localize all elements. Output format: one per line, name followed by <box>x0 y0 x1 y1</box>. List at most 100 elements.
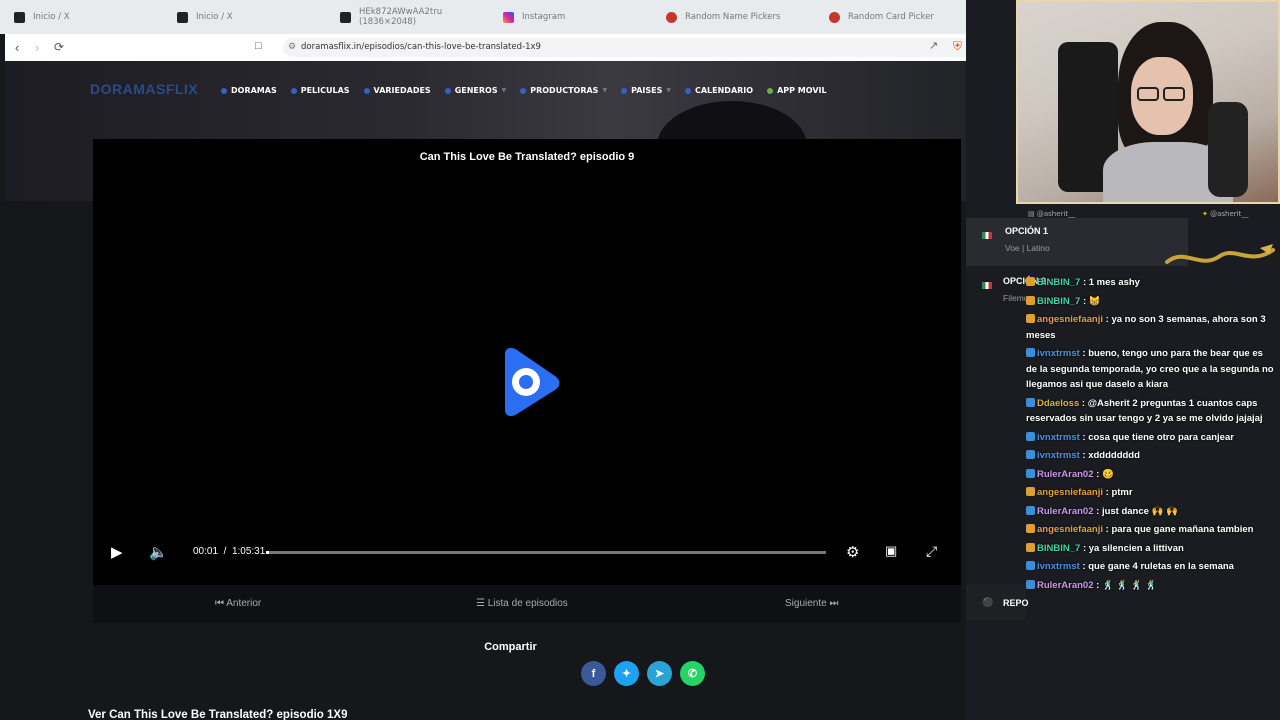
page-heading: Ver Can This Love Be Translated? episodi… <box>88 709 348 720</box>
chat-username[interactable]: RulerAran02 <box>1037 469 1094 480</box>
voe-play-logo-icon[interactable] <box>499 348 561 416</box>
chat-username[interactable]: ivnxtrmst <box>1037 450 1080 461</box>
site-info-icon[interactable]: ⚙ <box>288 38 296 57</box>
chevron-down-icon: ▼ <box>602 87 608 94</box>
chat-message: ivnxtrmst : cosa que tiene otro para can… <box>1026 430 1274 446</box>
chat-username[interactable]: BINBIN_7 <box>1037 543 1080 554</box>
tag-text: @asherit__ <box>1036 210 1076 218</box>
video-player[interactable]: Can This Love Be Translated? episodio 9 … <box>93 139 961 623</box>
option-1[interactable]: OPCIÓN 1 Voe | Latino <box>966 218 1188 266</box>
volume-icon[interactable]: 🔈 <box>149 543 168 561</box>
menu-item-calendario[interactable]: CALENDARIO <box>684 86 753 95</box>
menu-item-paises[interactable]: PAISES ▼ <box>621 86 671 95</box>
bookmark-icon[interactable]: □ <box>255 40 262 52</box>
url-field[interactable]: ⚙ doramasflix.in/episodios/can-this-love… <box>283 38 973 57</box>
next-episode-button[interactable]: Siguiente ⏭ <box>785 598 838 609</box>
tab-label: Random Name Pickers <box>685 12 781 22</box>
address-bar-row: ‹ › ⟳ □ ⚙ doramasflix.in/episodios/can-t… <box>5 34 1016 61</box>
chat-text: : para que gane mañana tambien <box>1105 524 1254 535</box>
chat-badge-icon <box>1026 277 1035 286</box>
browser-tab[interactable]: Random Name Pickers <box>652 0 814 34</box>
menu-label: APP MOVIL <box>777 86 827 95</box>
picker-icon <box>666 11 677 23</box>
list-label: Lista de episodios <box>487 598 568 609</box>
site-logo[interactable]: DORAMASFLIX <box>90 81 198 97</box>
current-time: 00:01 <box>193 546 219 557</box>
menu-label: GENEROS <box>454 86 498 95</box>
prev-episode-button[interactable]: ⏮ Anterior <box>215 598 261 609</box>
x-icon <box>340 11 351 23</box>
browser-tab-bar: Inicio / X Inicio / X HEk872AWwAA2tru (1… <box>0 0 1021 34</box>
chat-username[interactable]: BINBIN_7 <box>1037 277 1080 288</box>
chat-username[interactable]: angesniefaanji <box>1037 487 1103 498</box>
menu-item-generos[interactable]: GENEROS ▼ <box>444 86 507 95</box>
telegram-icon[interactable]: ➤ <box>647 661 672 686</box>
chat-text: : 1 mes ashy <box>1082 277 1140 288</box>
share-page-icon[interactable]: ↗ <box>929 39 938 52</box>
forward-icon[interactable]: › <box>35 40 39 55</box>
whatsapp-icon[interactable]: ✆ <box>680 661 705 686</box>
browser-tab[interactable]: HEk872AWwAA2tru (1836×2048) <box>326 0 488 34</box>
chat-badge-icon <box>1026 468 1035 478</box>
chat-badge-icon <box>1026 579 1035 589</box>
chat-message: RulerAran02 : 🕺 🕺 🕺 🕺 <box>1026 578 1274 594</box>
menu-item-doramas[interactable]: DORAMAS <box>221 86 277 95</box>
stream-chat: BINBIN_7 : 1 mes ashy BINBIN_7 : 😸 angesni… <box>1026 275 1274 596</box>
fullscreen-icon[interactable]: ⤢ <box>926 543 937 560</box>
browser-tab[interactable]: Instagram <box>489 0 651 34</box>
episode-list-button[interactable]: ☰ Lista de episodios <box>476 598 568 609</box>
chat-message: Ddaeloss : @Asherit 2 preguntas 1 cuanto… <box>1026 396 1274 427</box>
prev-label: Anterior <box>226 598 262 609</box>
glasses-icon <box>1137 87 1159 101</box>
screen: Inicio / X Inicio / X HEk872AWwAA2tru (1… <box>0 0 1280 720</box>
report-button[interactable]: ⚫ REPO <box>966 584 1029 620</box>
brave-shield-icon[interactable]: ⛨ <box>953 39 962 54</box>
chat-message: ivnxtrmst : xdddddddd <box>1026 448 1274 464</box>
picker-icon <box>829 11 840 23</box>
play-icon[interactable]: ▶ <box>111 543 123 561</box>
chat-text: : ptmr <box>1105 487 1133 498</box>
chat-badge-icon <box>1026 561 1035 570</box>
browser-tab[interactable]: Random Card Picker <box>815 0 977 34</box>
menu-icon <box>221 87 227 94</box>
android-icon <box>767 87 774 94</box>
player-controls: ▶ 🔈 00:01 / 1:05:31 ⚙ ▣ ⤢ <box>93 539 961 565</box>
browser-tab[interactable]: Inicio / X <box>163 0 325 34</box>
share-buttons: f ✦ ➤ ✆ <box>581 661 705 686</box>
dragon-decoration-icon <box>1165 244 1275 264</box>
menu-item-productoras[interactable]: PRODUCTORAS ▼ <box>520 86 607 95</box>
chevron-down-icon: ▼ <box>501 87 507 94</box>
menu-item-peliculas[interactable]: PELICULAS <box>290 86 350 95</box>
settings-icon[interactable]: ⚙ <box>846 543 859 561</box>
chat-badge-icon <box>1026 450 1035 459</box>
twitter-icon[interactable]: ✦ <box>614 661 639 686</box>
menu-item-app-movil[interactable]: APP MOVIL <box>767 86 827 95</box>
browser-tab[interactable]: Inicio / X <box>0 0 162 34</box>
menu-item-variedades[interactable]: VARIEDADES <box>363 86 431 95</box>
chat-username[interactable]: RulerAran02 <box>1037 580 1094 591</box>
chat-username[interactable]: Ddaeloss <box>1037 398 1079 409</box>
chat-username[interactable]: angesniefaanji <box>1037 314 1103 325</box>
chat-username[interactable]: ivnxtrmst <box>1037 348 1080 359</box>
tag-text: @asherit__ <box>1210 210 1249 218</box>
chat-text: : 🕺 🕺 🕺 🕺 <box>1096 579 1158 591</box>
chat-username[interactable]: ivnxtrmst <box>1037 561 1080 572</box>
main-menu: DORAMAS PELICULAS VARIEDADES GENEROS ▼ PR… <box>221 86 827 95</box>
tab-label: Random Card Picker <box>848 12 934 22</box>
seek-bar[interactable] <box>266 551 826 554</box>
chat-username[interactable]: RulerAran02 <box>1037 506 1094 517</box>
glasses-icon <box>1163 87 1185 101</box>
chat-text: : ya silencien a littivan <box>1082 542 1184 554</box>
social-tag-left: ▤ @asherit__ <box>1028 210 1076 218</box>
chat-username[interactable]: angesniefaanji <box>1037 524 1103 535</box>
chat-message: BINBIN_7 : ya silencien a littivan <box>1026 541 1274 557</box>
chat-badge-icon <box>1026 295 1035 305</box>
chat-username[interactable]: ivnxtrmst <box>1037 432 1080 443</box>
option-2[interactable]: OPCIÓN 2 Filemo <box>966 272 1046 312</box>
chat-username[interactable]: BINBIN_7 <box>1037 296 1080 307</box>
back-icon[interactable]: ‹ <box>15 40 19 55</box>
reload-icon[interactable]: ⟳ <box>54 40 64 54</box>
picture-in-picture-icon[interactable]: ▣ <box>885 543 897 559</box>
x-icon <box>177 11 188 23</box>
facebook-icon[interactable]: f <box>581 661 606 686</box>
